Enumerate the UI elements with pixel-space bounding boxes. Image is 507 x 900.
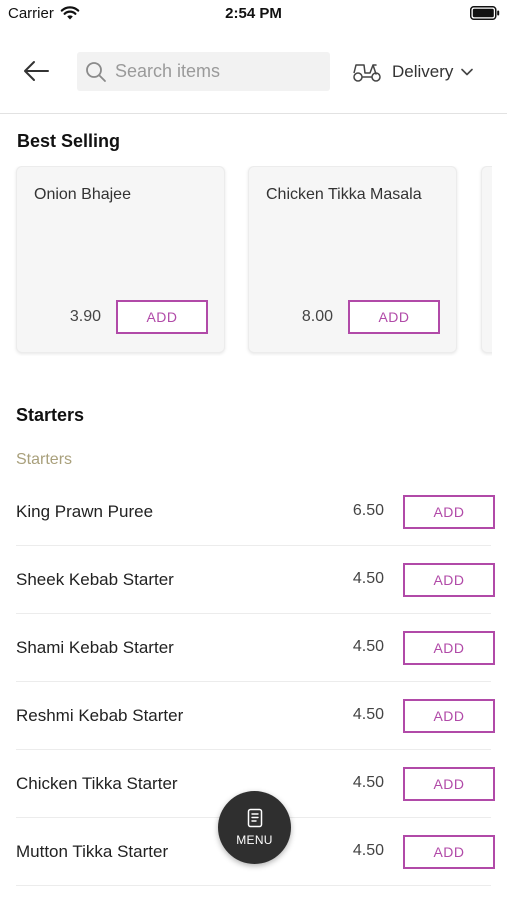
menu-item-name: Sheek Kebab Starter xyxy=(16,570,174,589)
best-selling-item-name: Onion Bhajee xyxy=(34,186,131,203)
add-button[interactable]: ADD xyxy=(403,835,495,869)
menu-item-row[interactable]: King Prawn Puree 6.50 ADD xyxy=(0,478,507,546)
chevron-down-icon xyxy=(461,68,474,76)
back-button[interactable] xyxy=(18,56,54,86)
add-button[interactable]: ADD xyxy=(116,300,208,334)
add-button[interactable]: ADD xyxy=(403,495,495,529)
menu-item-price: 6.50 xyxy=(352,502,384,519)
best-selling-card-partial[interactable] xyxy=(481,166,492,353)
menu-item-name: King Prawn Puree xyxy=(16,502,154,521)
menu-fab-button[interactable]: MENU xyxy=(218,791,291,864)
menu-item-name: Chicken Tikka Starter xyxy=(16,774,178,793)
menu-item-price: 4.50 xyxy=(352,774,384,791)
menu-item-price: 4.50 xyxy=(352,570,384,587)
top-bar: Delivery xyxy=(0,40,507,114)
status-bar: Carrier 2:54 PM xyxy=(0,0,507,30)
best-selling-card[interactable]: Onion Bhajee 3.90 ADD xyxy=(16,166,225,353)
add-button[interactable]: ADD xyxy=(403,767,495,801)
best-selling-item-price: 8.00 xyxy=(301,308,333,325)
best-selling-item-name: Chicken Tikka Masala xyxy=(266,186,422,203)
status-time: 2:54 PM xyxy=(225,5,282,22)
row-divider xyxy=(16,885,491,886)
search-input[interactable] xyxy=(115,52,323,91)
best-selling-title: Best Selling xyxy=(17,131,121,151)
menu-item-name: Shami Kebab Starter xyxy=(16,638,174,657)
delivery-label: Delivery xyxy=(392,62,454,81)
add-button[interactable]: ADD xyxy=(403,699,495,733)
search-icon xyxy=(86,62,106,82)
menu-book-icon xyxy=(247,808,262,828)
best-selling-card[interactable]: Chicken Tikka Masala 8.00 ADD xyxy=(248,166,457,353)
battery-icon xyxy=(470,6,500,20)
back-arrow-icon xyxy=(24,61,49,81)
menu-item-price: 4.50 xyxy=(352,638,384,655)
delivery-mode-dropdown[interactable]: Delivery xyxy=(352,54,474,90)
menu-item-row[interactable]: Shami Kebab Starter 4.50 ADD xyxy=(0,614,507,682)
category-label: Starters xyxy=(16,451,73,468)
starters-section-title: Starters xyxy=(16,405,85,425)
add-button[interactable]: ADD xyxy=(348,300,440,334)
menu-item-row[interactable]: Sheek Kebab Starter 4.50 ADD xyxy=(0,546,507,614)
best-selling-carousel[interactable]: Onion Bhajee 3.90 ADD Chicken Tikka Masa… xyxy=(0,166,492,356)
search-box[interactable] xyxy=(77,52,330,91)
best-selling-item-price: 3.90 xyxy=(69,308,101,325)
add-button[interactable]: ADD xyxy=(403,563,495,597)
menu-item-price: 4.50 xyxy=(352,706,384,723)
menu-item-name: Mutton Tikka Starter xyxy=(16,842,169,861)
menu-item-name: Reshmi Kebab Starter xyxy=(16,706,184,725)
menu-fab-label: MENU xyxy=(236,833,273,847)
menu-item-row[interactable]: Reshmi Kebab Starter 4.50 ADD xyxy=(0,682,507,750)
add-button[interactable]: ADD xyxy=(403,631,495,665)
menu-item-price: 4.50 xyxy=(352,842,384,859)
delivery-scooter-icon xyxy=(353,64,381,82)
